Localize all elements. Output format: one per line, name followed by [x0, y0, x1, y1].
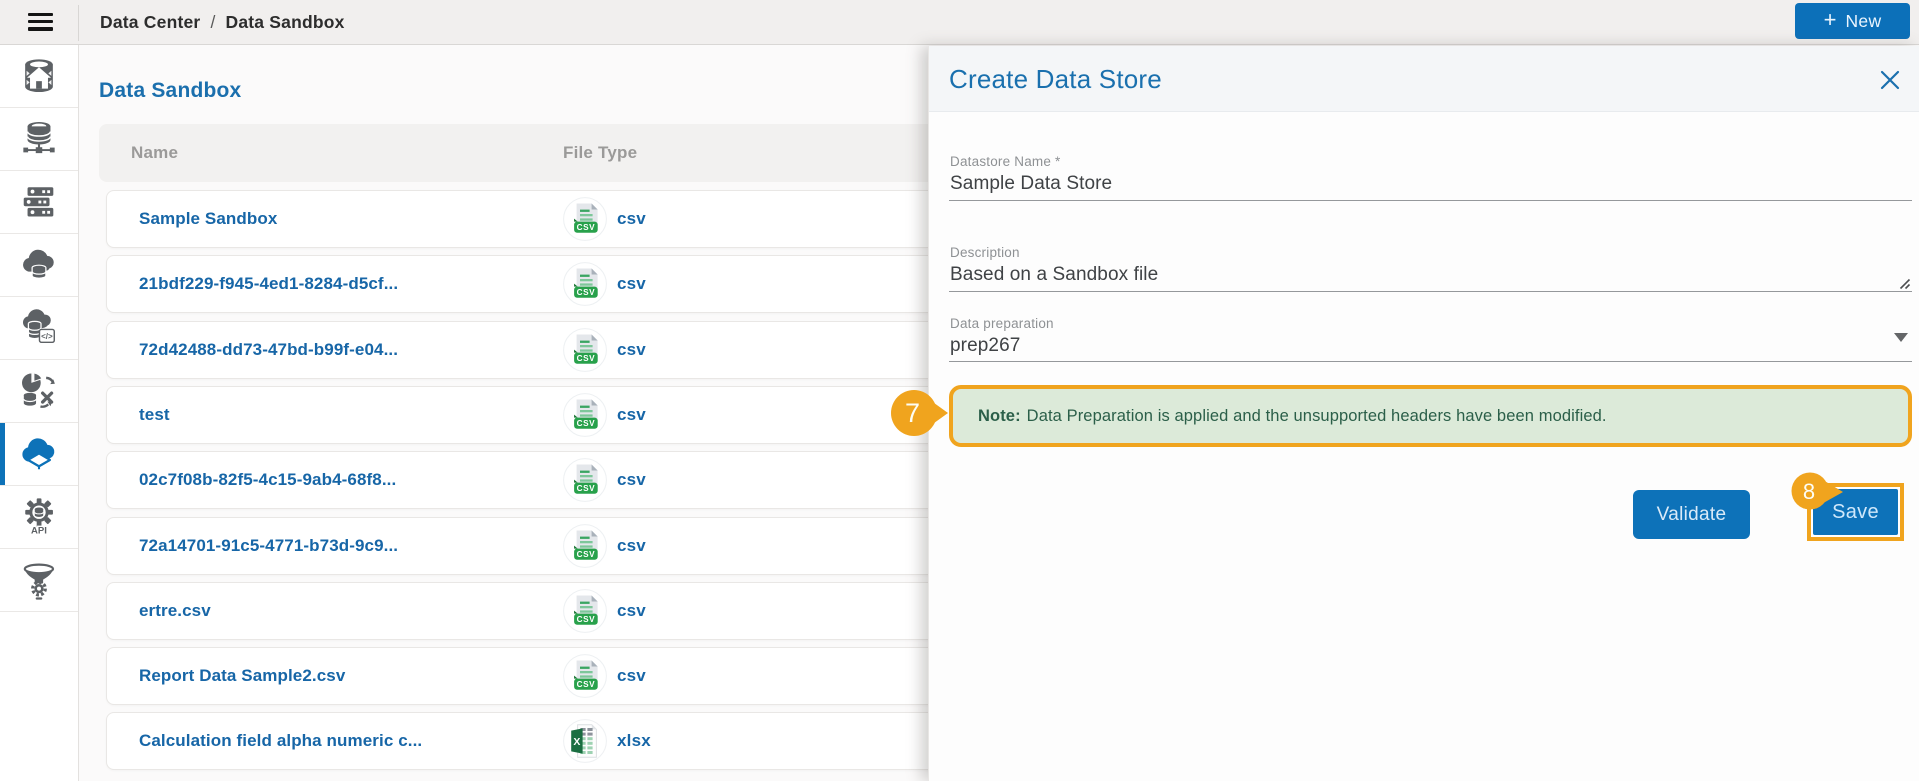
api-gear-icon: API: [18, 496, 60, 538]
csv-file-icon: [563, 654, 607, 698]
note-prefix: Note:: [978, 407, 1021, 426]
datastore-name-underline: [949, 200, 1912, 201]
data-preparation-label: Data preparation: [950, 316, 1054, 331]
csv-file-icon: [563, 262, 607, 306]
menu-button[interactable]: [28, 13, 53, 31]
row-file-type: csv: [617, 191, 646, 247]
sidebar-item-data-transform[interactable]: [0, 360, 78, 423]
column-header-name: Name: [131, 124, 178, 182]
sidebar-item-data-center-home[interactable]: [0, 45, 78, 108]
dropdown-caret-icon[interactable]: [1894, 333, 1908, 342]
row-name-link[interactable]: Report Data Sample2.csv: [139, 648, 345, 704]
cloud-database-icon: [18, 244, 60, 286]
drawer-title: Create Data Store: [949, 46, 1162, 112]
row-name-link[interactable]: 72a14701-91c5-4771-b73d-9c9...: [139, 518, 398, 574]
resize-handle-icon[interactable]: [1898, 277, 1911, 290]
topbar-divider: [78, 5, 79, 41]
description-label: Description: [950, 245, 1020, 260]
hamburger-icon: [28, 13, 53, 16]
csv-file-icon: [563, 524, 607, 568]
sidebar-item-data-filter[interactable]: [0, 549, 78, 612]
sidebar-item-data-code[interactable]: </>: [0, 297, 78, 360]
sidebar-item-servers[interactable]: [0, 171, 78, 234]
row-file-type: csv: [617, 648, 646, 704]
topbar: Data Center / Data Sandbox + New: [0, 0, 1919, 45]
data-preparation-select[interactable]: prep267: [950, 335, 1020, 357]
sidebar-item-data-sandbox[interactable]: [0, 423, 78, 486]
datastore-name-input[interactable]: Sample Data Store: [950, 173, 1112, 195]
sidebar: </>: [0, 45, 79, 781]
row-file-type: csv: [617, 452, 646, 508]
row-file-type: xlsx: [617, 713, 651, 769]
annotation-step7-badge: 7: [890, 388, 948, 438]
svg-text:API: API: [31, 526, 47, 537]
row-name-link[interactable]: 21bdf229-f945-4ed1-8284-d5cf...: [139, 256, 398, 312]
description-underline: [949, 291, 1912, 292]
csv-file-icon: [563, 393, 607, 437]
breadcrumb-item-data-center[interactable]: Data Center: [100, 12, 200, 33]
row-file-type: csv: [617, 322, 646, 378]
csv-file-icon: [563, 197, 607, 241]
row-name-link[interactable]: ertre.csv: [139, 583, 211, 639]
svg-text:</>: </>: [41, 332, 53, 341]
data-transform-icon: [18, 370, 60, 412]
funnel-gear-icon: [18, 559, 60, 601]
row-file-type: csv: [617, 518, 646, 574]
csv-file-icon: [563, 589, 607, 633]
csv-file-icon: [563, 328, 607, 372]
new-button-label: New: [1845, 11, 1881, 32]
row-name-link[interactable]: 72d42488-dd73-47bd-b99f-e04...: [139, 322, 398, 378]
create-data-store-drawer: Create Data Store Datastore Name * Sampl…: [928, 46, 1919, 781]
description-input[interactable]: Based on a Sandbox file: [950, 264, 1158, 286]
breadcrumb-item-data-sandbox[interactable]: Data Sandbox: [226, 12, 345, 33]
row-name-link[interactable]: Sample Sandbox: [139, 191, 277, 247]
servers-icon: [18, 181, 60, 223]
row-name-link[interactable]: Calculation field alpha numeric c...: [139, 713, 422, 769]
row-file-type: csv: [617, 583, 646, 639]
validate-button[interactable]: Validate: [1633, 490, 1750, 539]
close-icon: [1877, 67, 1903, 93]
svg-text:8: 8: [1803, 479, 1815, 504]
page-title: Data Sandbox: [99, 79, 241, 103]
new-button[interactable]: + New: [1795, 3, 1910, 39]
cloud-sandbox-icon: [18, 433, 60, 475]
sidebar-item-cloud-data[interactable]: [0, 234, 78, 297]
row-name-link[interactable]: 02c7f08b-82f5-4c15-9ab4-68f8...: [139, 452, 396, 508]
drawer-header: Create Data Store: [929, 46, 1919, 112]
close-button[interactable]: [1877, 67, 1903, 93]
sidebar-item-databases[interactable]: [0, 108, 78, 171]
annotation-step8-badge: 8: [1791, 470, 1843, 512]
note-text: Data Preparation is applied and the unsu…: [1027, 407, 1607, 426]
datastore-name-label: Datastore Name *: [950, 154, 1061, 169]
plus-icon: +: [1824, 9, 1837, 31]
cloud-database-code-icon: </>: [18, 307, 60, 349]
database-home-icon: [18, 55, 60, 97]
svg-text:7: 7: [905, 398, 920, 428]
breadcrumb: Data Center / Data Sandbox: [100, 0, 345, 45]
row-name-link[interactable]: test: [139, 387, 170, 443]
row-file-type: csv: [617, 256, 646, 312]
row-file-type: csv: [617, 387, 646, 443]
sidebar-item-api[interactable]: API: [0, 486, 78, 549]
breadcrumb-separator: /: [210, 12, 215, 33]
xlsx-file-icon: [563, 719, 607, 763]
csv-file-icon: [563, 458, 607, 502]
note-banner: Note: Data Preparation is applied and th…: [949, 385, 1912, 447]
data-preparation-underline: [949, 361, 1912, 362]
column-header-file-type: File Type: [563, 124, 637, 182]
database-network-icon: [18, 118, 60, 160]
